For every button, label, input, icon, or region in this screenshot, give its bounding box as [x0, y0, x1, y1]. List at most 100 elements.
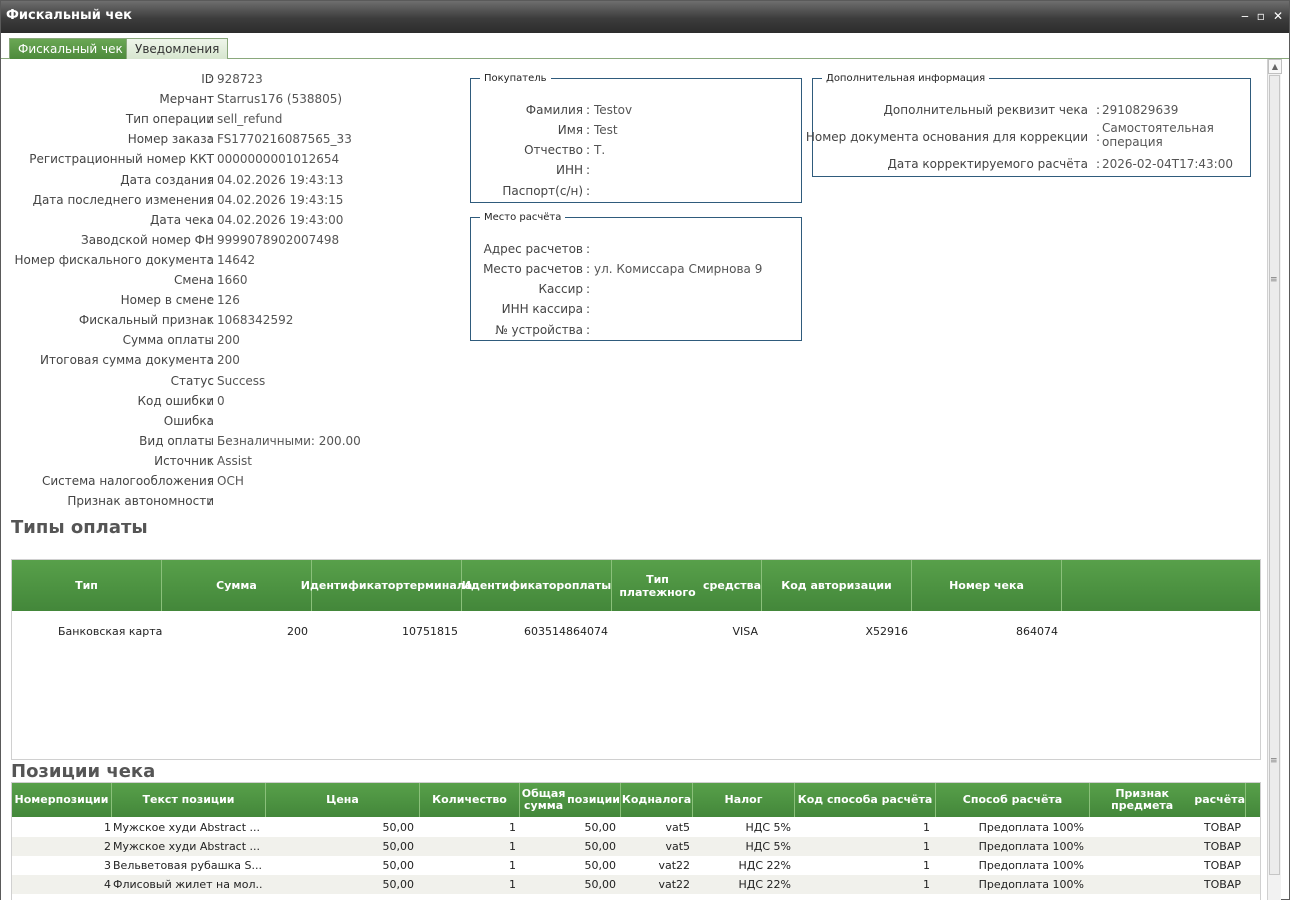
field-row: Смена:1660 — [1, 270, 471, 290]
field-value: 1660 — [217, 273, 248, 287]
payment-row[interactable]: Банковская карта 200 10751815 603514864074 V… — [12, 622, 1260, 642]
field-label: Система налогообложения — [41, 474, 214, 488]
receipt-content: ID:928723 Мерчант: Starrus176 (538805) Тип … — [1, 59, 1267, 900]
buyer-separator: : — [586, 184, 591, 198]
place-separator: : — [586, 242, 591, 256]
place-row: Адрес расчетов: — [471, 239, 801, 259]
tab-notifications[interactable]: Уведомления — [126, 38, 229, 59]
item-cell: Предоплата 100% — [978, 840, 1084, 853]
header-line: расчёта — [1194, 793, 1245, 806]
item-cell: 50,00 — [584, 878, 617, 891]
item-cell: 1 — [923, 859, 930, 872]
item-row[interactable]: 4 Флисовый жилет на мол... 50,00 1 50,00 vat2… — [12, 875, 1260, 894]
field-row: Номер фискального документа:14642 — [1, 250, 471, 270]
item-cell: НДС 22% — [738, 878, 792, 891]
item-cell: НДС 5% — [745, 821, 792, 834]
item-column-header[interactable]: Количество — [420, 783, 520, 817]
header-line: Общая сумма — [521, 787, 566, 812]
field-row: Тип операции: sell_refund — [1, 109, 471, 129]
field-label: Дата чека — [150, 212, 214, 227]
payment-column-header[interactable]: Идентификатор терминала — [301, 560, 472, 611]
field-row: Дата последнего изменения:04.02.2026 19:… — [1, 190, 471, 210]
item-cell: 1 — [509, 840, 516, 853]
fiscal-receipt-window: Фискальный чек ‒ ▫ ✕ Фискальный чек Увед… — [0, 0, 1290, 900]
field-label: Номер фискального документа — [14, 252, 215, 267]
item-cell: vat22 — [658, 878, 690, 891]
field-row: Фискальный признак:1068342592 — [1, 310, 471, 330]
vertical-scrollbar[interactable]: ▲ ≡ ≡ — [1267, 59, 1282, 900]
scroll-up-icon[interactable]: ▲ — [1268, 59, 1282, 74]
field-separator: : — [208, 273, 213, 287]
extra-separator: : — [1096, 103, 1101, 117]
field-row: Система налогообложения: ОСН — [1, 471, 471, 491]
place-fieldset: Место расчёта Адрес расчетов: Место расче… — [470, 212, 802, 341]
buyer-separator: : — [586, 123, 591, 137]
field-row: Дата создания:04.02.2026 19:43:13 — [1, 170, 471, 190]
item-column-header[interactable]: Общая сумма позиции — [520, 783, 621, 817]
place-separator: : — [586, 302, 591, 316]
maximize-icon[interactable]: ▫ — [1257, 9, 1265, 23]
item-cell: vat22 — [658, 859, 690, 872]
place-row: Место расчетов: ул. Комиссара Смирнова 9 — [471, 259, 801, 279]
field-label: Номер заказа — [127, 132, 214, 147]
item-row[interactable]: 3 Вельветовая рубашка S... 50,00 1 50,00 vat2… — [12, 856, 1260, 875]
field-separator: : — [208, 92, 213, 107]
minimize-icon[interactable]: ‒ — [1241, 9, 1249, 23]
header-line: Сумма — [216, 579, 257, 592]
field-label: Мерчант — [159, 92, 214, 107]
extra-value: 2026-02-04T17:43:00 — [1102, 157, 1233, 171]
buyer-separator: : — [586, 163, 591, 177]
item-column-header[interactable]: Цена — [266, 783, 420, 817]
header-line: налога — [647, 793, 692, 806]
item-cell: 1 — [509, 859, 516, 872]
field-row: Регистрационный номер ККТ:00000000010126… — [1, 149, 471, 169]
extra-row: Дата корректируемого расчёта:2026-02-04T… — [813, 154, 1250, 174]
item-cell: 1 — [509, 821, 516, 834]
window-titlebar[interactable]: Фискальный чек ‒ ▫ ✕ — [1, 1, 1289, 33]
payment-column-header[interactable]: Тип — [12, 560, 162, 611]
buyer-value: Т. — [594, 143, 606, 157]
buyer-legend: Покупатель — [484, 73, 547, 84]
item-column-header[interactable]: Налог — [693, 783, 795, 817]
place-value: ул. Комиссара Смирнова 9 — [594, 262, 763, 276]
field-separator: : — [208, 474, 213, 488]
field-value: 9999078902007498 — [217, 232, 340, 247]
place-label: Адрес расчетов — [483, 242, 583, 256]
scrollbar-thumb[interactable] — [1269, 75, 1280, 875]
scroll-grip-icon: ≡ — [1270, 275, 1278, 285]
field-label: Дата последнего изменения — [32, 192, 214, 207]
payment-column-header[interactable]: Номер чека — [912, 560, 1062, 611]
header-line: Тип — [75, 579, 98, 592]
item-column-header[interactable]: Код налога — [621, 783, 693, 817]
payment-column-header[interactable]: Код авторизации — [762, 560, 912, 611]
tab-fiscal-receipt[interactable]: Фискальный чек — [9, 38, 132, 59]
item-row[interactable]: 1 Мужское худи Abstract ... 50,00 1 50,00 vat… — [12, 818, 1260, 837]
item-column-header[interactable]: Текст позиции — [112, 783, 266, 817]
item-column-header[interactable]: Способ расчёта — [936, 783, 1090, 817]
item-cell: 50,00 — [584, 859, 617, 872]
item-column-header[interactable]: Признак предмета расчёта — [1090, 783, 1246, 817]
payment-column-header[interactable]: Идентификатор оплаты — [462, 560, 612, 611]
field-separator: : — [208, 172, 213, 187]
field-value: ОСН — [217, 474, 244, 488]
receipt-items-header: Номер позиции Текст позиции Цена Количество О… — [12, 783, 1260, 817]
header-line: Способ расчёта — [962, 793, 1063, 806]
extra-row: Номер документа основания для коррекции:… — [806, 121, 1250, 149]
tab-bar: Фискальный чек Уведомления — [1, 33, 1289, 59]
field-row: Сумма оплаты:200 — [1, 330, 471, 350]
field-label: Номер в смене — [120, 293, 214, 308]
item-row[interactable]: 2 Мужское худи Abstract ... 50,00 1 50,00 vat… — [12, 837, 1260, 856]
item-column-header[interactable]: Код способа расчёта — [795, 783, 936, 817]
close-icon[interactable]: ✕ — [1273, 9, 1283, 23]
field-value: 126 — [217, 293, 240, 308]
payment-column-header[interactable]: Тип платежного средства — [612, 560, 762, 611]
item-column-header[interactable]: Номер позиции — [12, 783, 112, 817]
receipt-items-title: Позиции чека — [11, 761, 156, 782]
payment-column-header[interactable]: Сумма — [162, 560, 312, 611]
buyer-separator: : — [586, 103, 591, 117]
place-separator: : — [586, 282, 591, 296]
scroll-grip-icon: ≡ — [1270, 756, 1278, 766]
payment-cell: 200 — [287, 625, 308, 638]
field-label: Тип операции — [125, 112, 214, 127]
place-row: Кассир: — [471, 279, 801, 299]
